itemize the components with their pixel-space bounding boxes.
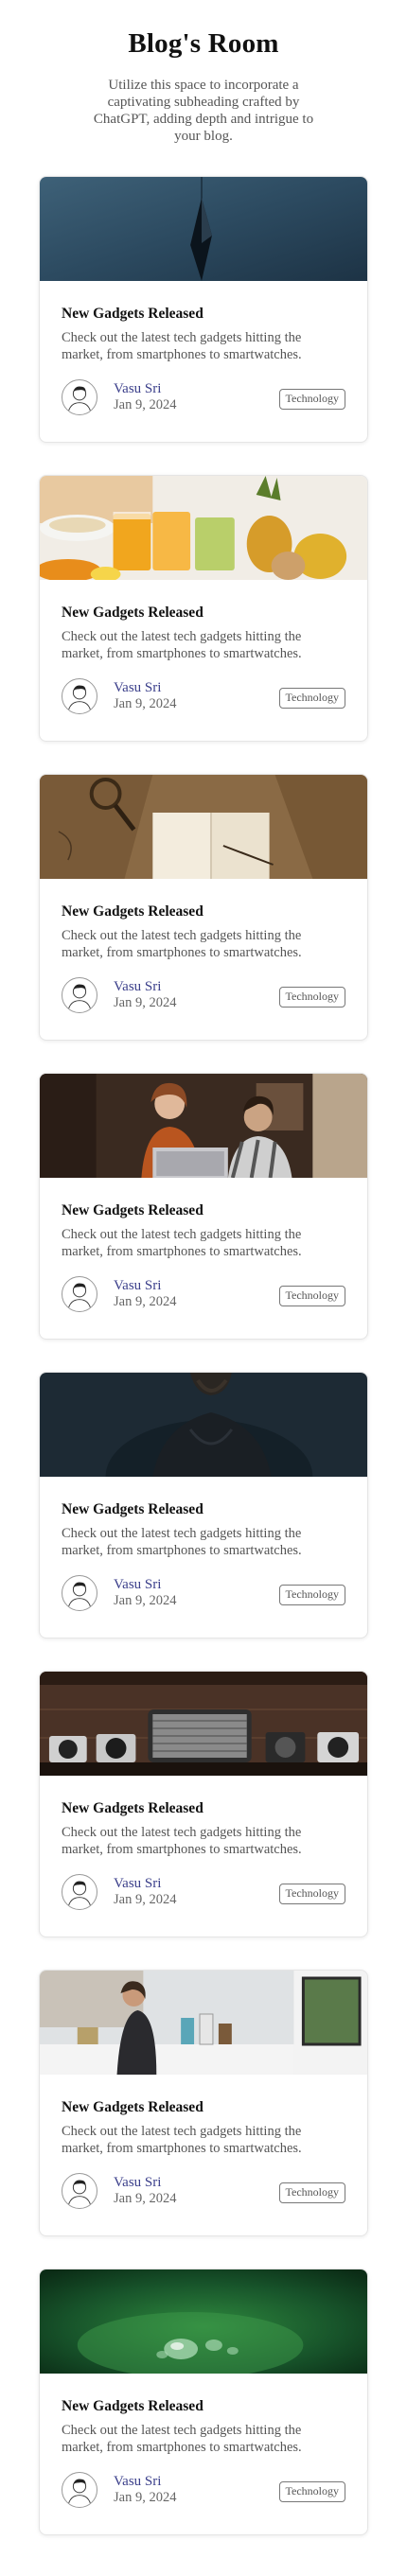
- user-avatar-icon: [67, 1881, 92, 1909]
- post-title[interactable]: New Gadgets Released: [62, 903, 345, 920]
- avatar[interactable]: [62, 678, 97, 714]
- post-title[interactable]: New Gadgets Released: [62, 1202, 345, 1219]
- post-list: New Gadgets Released Check out the lates…: [0, 176, 407, 2535]
- post-card[interactable]: New Gadgets Released Check out the lates…: [39, 1671, 368, 1937]
- post-meta: Vasu Sri Jan 9, 2024 Technology: [62, 379, 345, 415]
- post-title[interactable]: New Gadgets Released: [62, 306, 345, 323]
- post-meta: Vasu Sri Jan 9, 2024 Technology: [62, 1276, 345, 1312]
- post-image[interactable]: [40, 476, 367, 580]
- category-tag[interactable]: Technology: [278, 2481, 345, 2502]
- category-tag[interactable]: Technology: [278, 1585, 345, 1605]
- author-name[interactable]: Vasu Sri: [114, 1876, 176, 1892]
- post-meta: Vasu Sri Jan 9, 2024 Technology: [62, 1874, 345, 1910]
- post-title[interactable]: New Gadgets Released: [62, 1800, 345, 1817]
- post-description: Check out the latest tech gadgets hittin…: [62, 2423, 302, 2455]
- post-title[interactable]: New Gadgets Released: [62, 1501, 345, 1518]
- user-avatar-icon: [67, 984, 92, 1012]
- post-card[interactable]: New Gadgets Released Check out the lates…: [39, 1372, 368, 1638]
- category-tag[interactable]: Technology: [278, 389, 345, 410]
- post-description: Check out the latest tech gadgets hittin…: [62, 2124, 302, 2156]
- category-tag[interactable]: Technology: [278, 987, 345, 1008]
- user-avatar-icon: [67, 1283, 92, 1311]
- author-name[interactable]: Vasu Sri: [114, 2474, 176, 2490]
- author-name[interactable]: Vasu Sri: [114, 1278, 176, 1294]
- post-card[interactable]: New Gadgets Released Check out the lates…: [39, 774, 368, 1041]
- post-meta: Vasu Sri Jan 9, 2024 Technology: [62, 2472, 345, 2508]
- post-date: Jan 9, 2024: [114, 995, 177, 1010]
- author-name[interactable]: Vasu Sri: [114, 680, 176, 696]
- author-name[interactable]: Vasu Sri: [114, 381, 176, 397]
- category-tag[interactable]: Technology: [278, 2182, 345, 2203]
- page-title: Blog's Room: [128, 28, 279, 59]
- user-avatar-icon: [67, 1582, 92, 1610]
- page-subtitle: Utilize this space to incorporate a capt…: [93, 78, 314, 144]
- post-date: Jan 9, 2024: [114, 1593, 177, 1608]
- user-avatar-icon: [67, 2180, 92, 2208]
- category-tag[interactable]: Technology: [278, 688, 345, 709]
- post-description: Check out the latest tech gadgets hittin…: [62, 928, 302, 960]
- post-card[interactable]: New Gadgets Released Check out the lates…: [39, 1970, 368, 2236]
- post-description: Check out the latest tech gadgets hittin…: [62, 1825, 302, 1857]
- author-name[interactable]: Vasu Sri: [114, 1577, 176, 1593]
- post-date: Jan 9, 2024: [114, 1892, 177, 1907]
- post-meta: Vasu Sri Jan 9, 2024 Technology: [62, 2173, 345, 2209]
- avatar[interactable]: [62, 379, 97, 415]
- user-avatar-icon: [67, 2479, 92, 2507]
- post-description: Check out the latest tech gadgets hittin…: [62, 1526, 302, 1558]
- cafe-laptop-photo: [40, 1074, 367, 1178]
- post-image[interactable]: [40, 1373, 367, 1477]
- post-description: Check out the latest tech gadgets hittin…: [62, 1227, 302, 1259]
- avatar[interactable]: [62, 977, 97, 1013]
- page-header: Blog's Room Utilize this space to incorp…: [0, 0, 407, 145]
- post-meta: Vasu Sri Jan 9, 2024 Technology: [62, 977, 345, 1013]
- post-card[interactable]: New Gadgets Released Check out the lates…: [39, 475, 368, 742]
- user-avatar-icon: [67, 685, 92, 713]
- crystal-pendant-photo: [40, 177, 367, 281]
- avatar[interactable]: [62, 1276, 97, 1312]
- cameras-shelf-photo: [40, 1672, 367, 1776]
- post-meta: Vasu Sri Jan 9, 2024 Technology: [62, 1575, 345, 1611]
- avatar[interactable]: [62, 2472, 97, 2508]
- fruit-juices-photo: [40, 476, 367, 580]
- post-date: Jan 9, 2024: [114, 1294, 177, 1309]
- post-date: Jan 9, 2024: [114, 397, 177, 412]
- water-drop-leaf-photo: [40, 2269, 367, 2374]
- post-title[interactable]: New Gadgets Released: [62, 2099, 345, 2116]
- avatar[interactable]: [62, 1575, 97, 1611]
- category-tag[interactable]: Technology: [278, 1884, 345, 1904]
- author-name[interactable]: Vasu Sri: [114, 979, 176, 995]
- post-image[interactable]: [40, 1971, 367, 2075]
- post-image[interactable]: [40, 1074, 367, 1178]
- author-name[interactable]: Vasu Sri: [114, 2175, 176, 2191]
- avatar[interactable]: [62, 2173, 97, 2209]
- post-image[interactable]: [40, 1672, 367, 1776]
- post-description: Check out the latest tech gadgets hittin…: [62, 330, 302, 362]
- post-meta: Vasu Sri Jan 9, 2024 Technology: [62, 678, 345, 714]
- category-tag[interactable]: Technology: [278, 1286, 345, 1306]
- post-card[interactable]: New Gadgets Released Check out the lates…: [39, 2269, 368, 2535]
- map-notebook-photo: [40, 775, 367, 879]
- post-date: Jan 9, 2024: [114, 2490, 177, 2505]
- post-image[interactable]: [40, 775, 367, 879]
- post-image[interactable]: [40, 177, 367, 281]
- post-title[interactable]: New Gadgets Released: [62, 2398, 345, 2415]
- post-title[interactable]: New Gadgets Released: [62, 605, 345, 622]
- post-date: Jan 9, 2024: [114, 2191, 177, 2206]
- post-image[interactable]: [40, 2269, 367, 2374]
- dark-portrait-photo: [40, 1373, 367, 1477]
- avatar[interactable]: [62, 1874, 97, 1910]
- kitchen-photo: [40, 1971, 367, 2075]
- post-card[interactable]: New Gadgets Released Check out the lates…: [39, 1073, 368, 1340]
- post-date: Jan 9, 2024: [114, 696, 177, 711]
- user-avatar-icon: [67, 386, 92, 414]
- post-description: Check out the latest tech gadgets hittin…: [62, 629, 302, 661]
- post-card[interactable]: New Gadgets Released Check out the lates…: [39, 176, 368, 443]
